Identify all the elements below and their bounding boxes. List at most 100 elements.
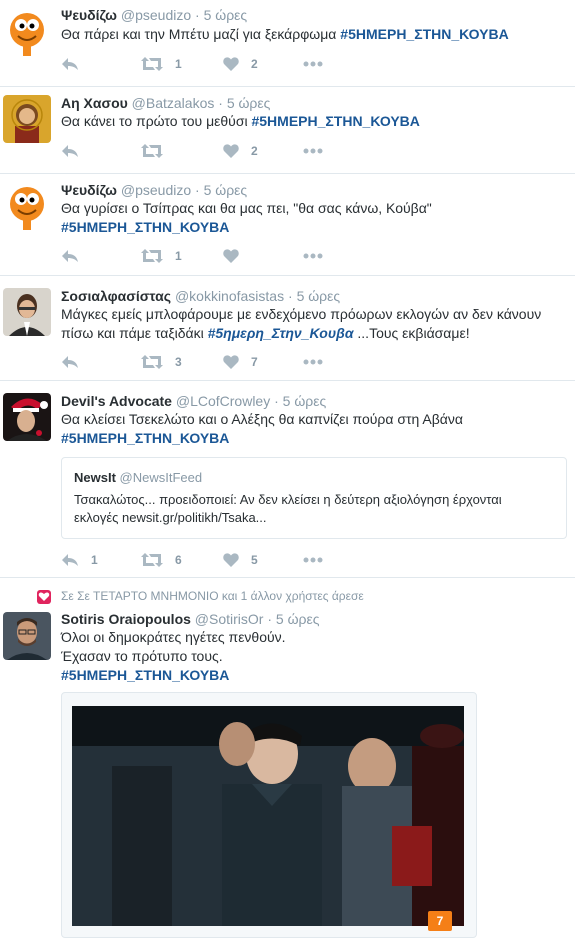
- tweet-body: Θα γυρίσει ο Τσίπρας και θα μας πει, "θα…: [61, 200, 432, 216]
- user-handle[interactable]: @SotirisOr: [195, 611, 264, 627]
- reply-icon: [62, 58, 78, 70]
- tweet-body: Θα πάρει και την Μπέτυ μαζί για ξεκάρφωμ…: [61, 26, 337, 42]
- more-button[interactable]: [303, 550, 323, 570]
- retweet-button[interactable]: [141, 141, 175, 161]
- like-button[interactable]: 5: [223, 550, 258, 570]
- tweet: Αη Χασου @Batzalakos · 5 ώρες Θα κάνει τ…: [0, 87, 575, 174]
- more-button[interactable]: [303, 54, 323, 74]
- hashtag-link[interactable]: #5ΗΜΕΡΗ_ΣΤΗΝ_ΚΟΥΒΑ: [61, 666, 561, 685]
- hashtag-link[interactable]: #5ΗΜΕΡΗ_ΣΤΗΝ_ΚΟΥΒΑ: [61, 218, 561, 237]
- more-icon: [303, 557, 323, 563]
- heart-icon: [223, 249, 239, 263]
- avatar[interactable]: [3, 612, 51, 660]
- tweet: Ψευδίζω @pseudizo · 5 ώρες Θα πάρει και …: [0, 0, 575, 87]
- user-name[interactable]: Σοσιαλφασίστας: [61, 288, 171, 304]
- tweet-body-line2: Έχασαν το πρότυπο τους.: [61, 648, 223, 664]
- user-name[interactable]: Ψευδίζω: [61, 182, 117, 198]
- like-count: 5: [251, 553, 258, 567]
- reply-button[interactable]: [61, 352, 79, 372]
- tweet-text: Θα κλείσει Τσεκελώτο και ο Αλέξης θα καπ…: [61, 410, 561, 448]
- media-card[interactable]: [61, 692, 477, 938]
- more-icon: [303, 148, 323, 154]
- tweet-body-pre: πίσω και πάμε ταξιδάκι: [61, 325, 204, 341]
- more-button[interactable]: [303, 141, 323, 161]
- reply-button[interactable]: [61, 54, 79, 74]
- tweet-text: Μάγκες εμείς μπλοφάρουμε με ενδεχόμενο π…: [61, 305, 571, 343]
- tweet-body: Θα κλείσει Τσεκελώτο και ο Αλέξης θα καπ…: [61, 411, 463, 427]
- timestamp[interactable]: 5 ώρες: [283, 393, 327, 409]
- hashtag-link[interactable]: #5ΗΜΕΡΗ_ΣΤΗΝ_ΚΟΥΒΑ: [61, 429, 561, 448]
- more-button[interactable]: [303, 246, 323, 266]
- timestamp[interactable]: 5 ώρες: [204, 182, 248, 198]
- quoted-user-handle: @NewsItFeed: [119, 470, 203, 485]
- tweet-body-line1: Μάγκες εμείς μπλοφάρουμε με ενδεχόμενο π…: [61, 306, 542, 322]
- separator: ·: [288, 288, 293, 304]
- tweet-text: Θα κάνει το πρώτο του μεθύσι #5ΗΜΕΡΗ_ΣΤΗ…: [61, 112, 561, 131]
- retweet-button[interactable]: 1: [141, 246, 182, 266]
- retweet-count: 3: [175, 355, 182, 369]
- like-button[interactable]: 2: [223, 141, 258, 161]
- retweet-button[interactable]: 6: [141, 550, 182, 570]
- user-name[interactable]: Sotiris Oraiopoulos: [61, 611, 191, 627]
- like-button[interactable]: [223, 246, 251, 266]
- more-icon: [303, 61, 323, 67]
- like-count: 2: [251, 57, 258, 71]
- retweet-count: 6: [175, 553, 182, 567]
- avatar[interactable]: [3, 182, 51, 230]
- quoted-text-line2: εκλογές newsit.gr/politikh/Tsaka...: [74, 510, 267, 525]
- retweet-icon: [141, 57, 163, 71]
- user-handle[interactable]: @Batzalakos: [132, 95, 215, 111]
- tweet: Σε Σε ΤΕΤΑΡΤΟ ΜΝΗΜΟΝΙΟ και 1 άλλον χρήστ…: [0, 578, 575, 938]
- retweet-count: 1: [175, 249, 182, 263]
- tweet-body-post: ...Τους εκβιάσαμε!: [357, 325, 470, 341]
- user-name[interactable]: Devil's Advocate: [61, 393, 172, 409]
- more-icon: [303, 359, 323, 365]
- retweet-button[interactable]: 1: [141, 54, 182, 74]
- retweet-button[interactable]: 3: [141, 352, 182, 372]
- avatar[interactable]: [3, 8, 51, 56]
- reply-button[interactable]: 1: [61, 550, 98, 570]
- separator: ·: [195, 7, 200, 23]
- reply-button[interactable]: [61, 246, 79, 266]
- like-count: 2: [251, 144, 258, 158]
- media-image[interactable]: [72, 706, 464, 926]
- hashtag-link[interactable]: #5ΗΜΕΡΗ_ΣΤΗΝ_ΚΟΥΒΑ: [340, 26, 508, 42]
- avatar[interactable]: [3, 95, 51, 143]
- user-name[interactable]: Αη Χασου: [61, 95, 128, 111]
- quoted-text-line1: Τσακαλώτος... προειδοποιεί: Αν δεν κλείσ…: [74, 492, 502, 507]
- liked-heart-icon: [37, 590, 51, 604]
- reply-button[interactable]: [61, 141, 79, 161]
- more-icon: [303, 253, 323, 259]
- separator: ·: [195, 182, 200, 198]
- user-handle[interactable]: @LCofCrowley: [176, 393, 270, 409]
- avatar[interactable]: [3, 393, 51, 441]
- hashtag-link[interactable]: #5ΗΜΕΡΗ_ΣΤΗΝ_ΚΟΥΒΑ: [251, 113, 419, 129]
- reply-icon: [62, 145, 78, 157]
- timestamp[interactable]: 5 ώρες: [276, 611, 320, 627]
- tweet-text: Θα γυρίσει ο Τσίπρας και θα μας πει, "θα…: [61, 199, 561, 237]
- retweet-icon: [141, 144, 163, 158]
- like-button[interactable]: 7: [223, 352, 258, 372]
- reply-icon: [62, 356, 78, 368]
- user-name[interactable]: Ψευδίζω: [61, 7, 117, 23]
- retweet-count: 1: [175, 57, 182, 71]
- timestamp[interactable]: 5 ώρες: [204, 7, 248, 23]
- user-handle[interactable]: @pseudizo: [121, 7, 191, 23]
- timestamp[interactable]: 5 ώρες: [297, 288, 341, 304]
- user-handle[interactable]: @kokkinofasistas: [175, 288, 284, 304]
- quoted-text: Τσακαλώτος... προειδοποιεί: Αν δεν κλείσ…: [74, 491, 554, 527]
- tweet: Σοσιαλφασίστας @kokkinofasistas · 5 ώρες…: [0, 276, 575, 381]
- more-button[interactable]: [303, 352, 323, 372]
- tweet-body: Θα κάνει το πρώτο του μεθύσι: [61, 113, 248, 129]
- like-button[interactable]: 2: [223, 54, 258, 74]
- user-handle[interactable]: @pseudizo: [121, 182, 191, 198]
- quoted-tweet[interactable]: NewsIt @NewsItFeed Τσακαλώτος... προειδο…: [61, 457, 567, 539]
- hashtag-link[interactable]: #5ημερη_Στην_Κουβα: [208, 325, 354, 341]
- avatar[interactable]: [3, 288, 51, 336]
- retweet-icon: [141, 249, 163, 263]
- quoted-header: NewsIt @NewsItFeed: [74, 470, 202, 485]
- timestamp[interactable]: 5 ώρες: [227, 95, 271, 111]
- social-context[interactable]: Σε Σε ΤΕΤΑΡΤΟ ΜΝΗΜΟΝΙΟ και 1 άλλον χρήστ…: [61, 589, 364, 603]
- tweet-body-line2: πίσω και πάμε ταξιδάκι #5ημερη_Στην_Κουβ…: [61, 324, 571, 343]
- media-count-badge[interactable]: 7: [428, 911, 452, 931]
